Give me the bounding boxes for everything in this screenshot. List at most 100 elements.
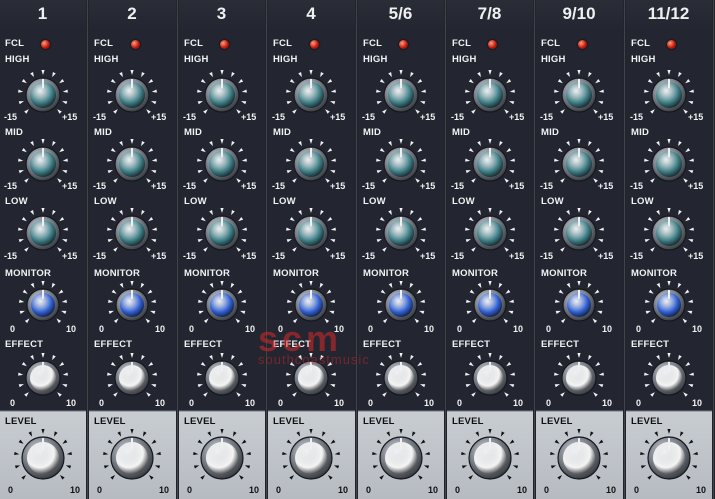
level-knob[interactable] <box>636 425 702 491</box>
scale-tick <box>236 392 241 397</box>
scale-min: -15 <box>272 181 286 191</box>
scale-tick <box>141 140 145 147</box>
scale-tick <box>420 89 426 93</box>
scale-tick <box>203 109 208 114</box>
level-knob[interactable] <box>457 425 523 491</box>
effect-send-knob[interactable] <box>461 349 519 407</box>
scale-tick <box>319 282 324 289</box>
scale-max: 10 <box>602 324 613 334</box>
scale-tick <box>296 431 301 437</box>
scale-tick <box>588 140 592 147</box>
monitor-send-knob-graphic <box>108 281 156 324</box>
scale-max: 10 <box>66 398 77 408</box>
scale-tick <box>598 439 604 444</box>
scale-tick <box>640 451 646 456</box>
scale-min: -15 <box>183 251 197 261</box>
scale-tick <box>148 148 154 153</box>
scale-tick <box>477 71 481 78</box>
scale-tick <box>193 451 199 456</box>
effect-send-knob[interactable] <box>103 349 161 407</box>
scale-tick <box>107 439 113 444</box>
scale-tick <box>231 209 235 216</box>
scale-tick <box>141 71 145 78</box>
scale-max: 10 <box>428 485 439 495</box>
effect-send-knob[interactable] <box>14 349 72 407</box>
effect-send-knob[interactable] <box>640 349 698 407</box>
scale-tick <box>292 109 297 114</box>
scale-tick <box>220 208 224 213</box>
scale-tick <box>130 281 134 286</box>
level-knob[interactable] <box>368 425 434 491</box>
scale-tick <box>566 354 570 361</box>
scale-tick <box>644 227 650 231</box>
level-knob[interactable] <box>10 425 76 491</box>
scale-tick <box>41 429 45 434</box>
scale-tick <box>598 239 604 243</box>
scale-tick <box>62 170 68 174</box>
scale-tick <box>399 429 403 434</box>
scale-tick <box>399 281 403 286</box>
monitor-send-knob[interactable] <box>15 277 71 333</box>
scale-tick <box>113 318 119 324</box>
scale-tick <box>577 353 581 358</box>
scale-tick <box>683 392 688 397</box>
scale-tick <box>477 282 482 289</box>
effect-send-knob[interactable] <box>550 349 608 407</box>
scale-tick <box>197 89 203 93</box>
scale-tick <box>298 71 302 78</box>
monitor-send-knob[interactable] <box>551 277 607 333</box>
scale-min: -15 <box>183 181 197 191</box>
monitor-send-knob-graphic <box>555 281 603 324</box>
level-knob-graphic <box>282 429 340 480</box>
scale-tick <box>564 431 569 437</box>
level-knob[interactable] <box>278 425 344 491</box>
level-knob[interactable] <box>189 425 255 491</box>
effect-send-knob[interactable] <box>193 349 251 407</box>
channel-number: 4 <box>306 4 316 23</box>
level-knob[interactable] <box>99 425 165 491</box>
scale-tick <box>330 439 336 444</box>
scale-tick <box>644 89 650 93</box>
scale-tick <box>648 289 654 294</box>
scale-tick <box>376 101 382 105</box>
monitor-send-knob[interactable] <box>373 277 429 333</box>
monitor-send-knob[interactable] <box>462 277 518 333</box>
scale-min: 0 <box>457 324 463 334</box>
level-knob-graphic <box>640 429 698 480</box>
scale-tick <box>62 158 68 162</box>
scale-tick <box>130 353 134 358</box>
scale-tick <box>61 299 67 303</box>
scale-max: 10 <box>155 324 166 334</box>
scale-tick <box>577 429 581 434</box>
effect-send-knob[interactable] <box>372 349 430 407</box>
fcl-label: FCL <box>273 38 293 49</box>
scale-tick <box>18 101 24 105</box>
scale-tick <box>14 465 21 469</box>
scale-tick <box>509 89 515 93</box>
monitor-send-knob[interactable] <box>194 277 250 333</box>
level-knob[interactable] <box>546 425 612 491</box>
fcl-led <box>310 40 319 49</box>
channel-strip: 4 FCL HIGH -15 +15 MID -15 +15 LOW -15 +15 MONITOR 0… <box>268 0 358 499</box>
scale-tick <box>220 70 224 75</box>
scale-tick <box>382 178 387 183</box>
scale-tick <box>372 465 379 469</box>
channel-number: 9/10 <box>562 4 596 23</box>
scale-tick <box>598 89 604 93</box>
scale-tick <box>656 140 660 147</box>
scale-tick <box>286 101 292 105</box>
scale-tick <box>292 392 297 397</box>
effect-send-knob-graphic <box>18 353 68 397</box>
scale-tick <box>645 299 651 303</box>
scale-tick <box>488 70 492 75</box>
monitor-send-knob-graphic <box>198 281 246 324</box>
scale-max: 10 <box>249 485 260 495</box>
scale-min: 0 <box>457 398 463 408</box>
monitor-send-knob[interactable] <box>641 277 697 333</box>
scale-max: +15 <box>151 112 167 122</box>
monitor-send-knob[interactable] <box>104 277 160 333</box>
scale-tick <box>688 158 694 162</box>
scale-tick <box>200 148 206 153</box>
watermark-text: southcoastmusic <box>258 352 370 367</box>
scale-min: 0 <box>546 398 552 408</box>
